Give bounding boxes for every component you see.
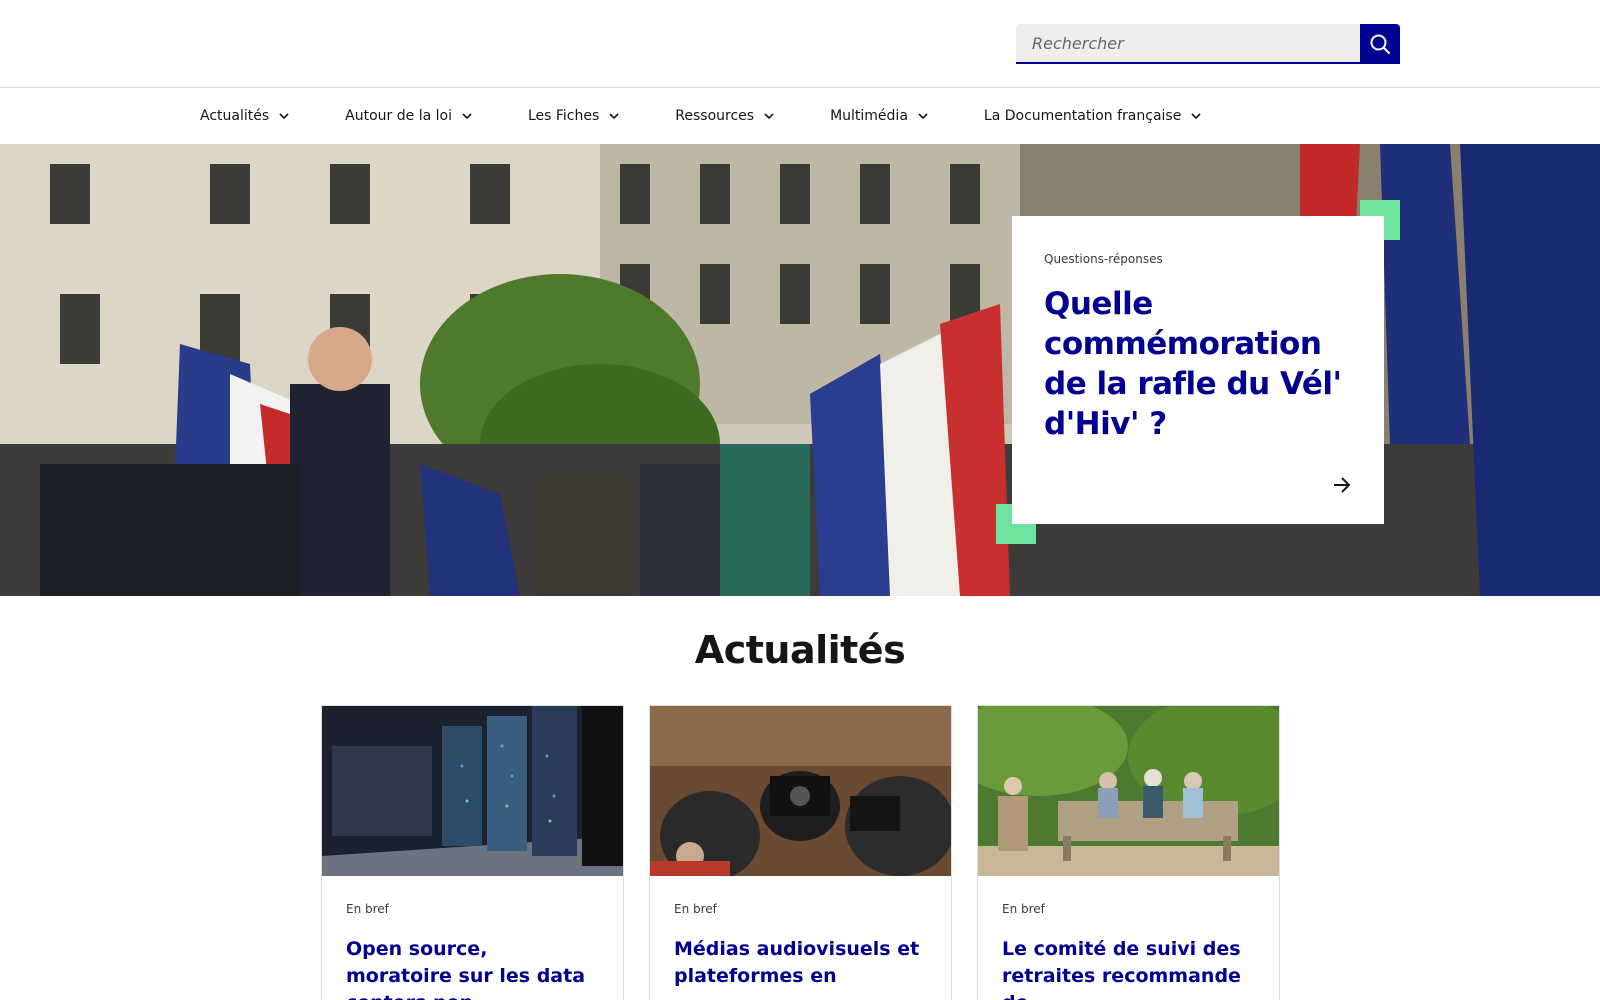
card-image-data-center <box>322 706 623 876</box>
nav-item-label: Les Fiches <box>527 108 600 124</box>
nav-item-autour-de-la-loi[interactable]: Autour de la loi <box>345 108 472 124</box>
hero-kicker: Questions-réponses <box>1044 252 1163 266</box>
chevron-down-icon <box>764 112 774 120</box>
card-title[interactable]: Médias audiovisuels et plateformes en <box>674 936 927 990</box>
arrow-right-icon[interactable] <box>1332 476 1352 494</box>
news-cards: En bref Open source, moratoire sur les d… <box>321 705 1280 1000</box>
card-kicker: En bref <box>1002 902 1045 916</box>
hero-banner: Questions-réponses Quelle commémoration … <box>0 144 1600 596</box>
nav-item-label: Autour de la loi <box>345 108 452 124</box>
nav-item-multimedia[interactable]: Multimédia <box>830 108 928 124</box>
nav-item-documentation-francaise[interactable]: La Documentation française <box>984 108 1201 124</box>
card-title[interactable]: Open source, moratoire sur les data cent… <box>346 936 599 1000</box>
hero-title[interactable]: Quelle commémoration de la rafle du Vél'… <box>1044 284 1352 444</box>
card-body: En bref Open source, moratoire sur les d… <box>322 876 623 1000</box>
card-image-press-cameras <box>650 706 951 876</box>
nav-item-label: Actualités <box>200 108 270 124</box>
chevron-down-icon <box>279 112 289 120</box>
nav-item-les-fiches[interactable]: Les Fiches <box>528 108 619 124</box>
card-body: En bref Le comité de suivi des retraites… <box>978 876 1279 1000</box>
chevron-down-icon <box>609 112 619 120</box>
hero-card-container: Questions-réponses Quelle commémoration … <box>996 200 1400 544</box>
section-title-actualites: Actualités <box>694 628 906 672</box>
main-navigation: Actualités Autour de la loi Les Fiches R… <box>0 88 1600 144</box>
news-card[interactable]: En bref Médias audiovisuels et plateform… <box>649 705 952 1000</box>
chevron-down-icon <box>462 112 472 120</box>
chevron-down-icon <box>918 112 928 120</box>
news-card[interactable]: En bref Le comité de suivi des retraites… <box>977 705 1280 1000</box>
nav-item-label: Multimédia <box>830 108 908 124</box>
nav-item-label: Ressources <box>675 108 755 124</box>
site-header <box>0 0 1600 88</box>
hero-card[interactable]: Questions-réponses Quelle commémoration … <box>1012 216 1384 524</box>
nav-item-actualites[interactable]: Actualités <box>200 108 289 124</box>
card-kicker: En bref <box>674 902 717 916</box>
nav-item-ressources[interactable]: Ressources <box>675 108 774 124</box>
search-input[interactable] <box>1016 24 1360 64</box>
search-bar <box>1016 24 1400 64</box>
chevron-down-icon <box>1191 112 1201 120</box>
card-kicker: En bref <box>346 902 389 916</box>
search-icon <box>1369 33 1391 55</box>
search-button[interactable] <box>1360 24 1400 64</box>
card-image-park-bench <box>978 706 1279 876</box>
card-title[interactable]: Le comité de suivi des retraites recomma… <box>1002 936 1255 1000</box>
card-body: En bref Médias audiovisuels et plateform… <box>650 876 951 1000</box>
news-card[interactable]: En bref Open source, moratoire sur les d… <box>321 705 624 1000</box>
nav-item-label: La Documentation française <box>983 108 1182 124</box>
